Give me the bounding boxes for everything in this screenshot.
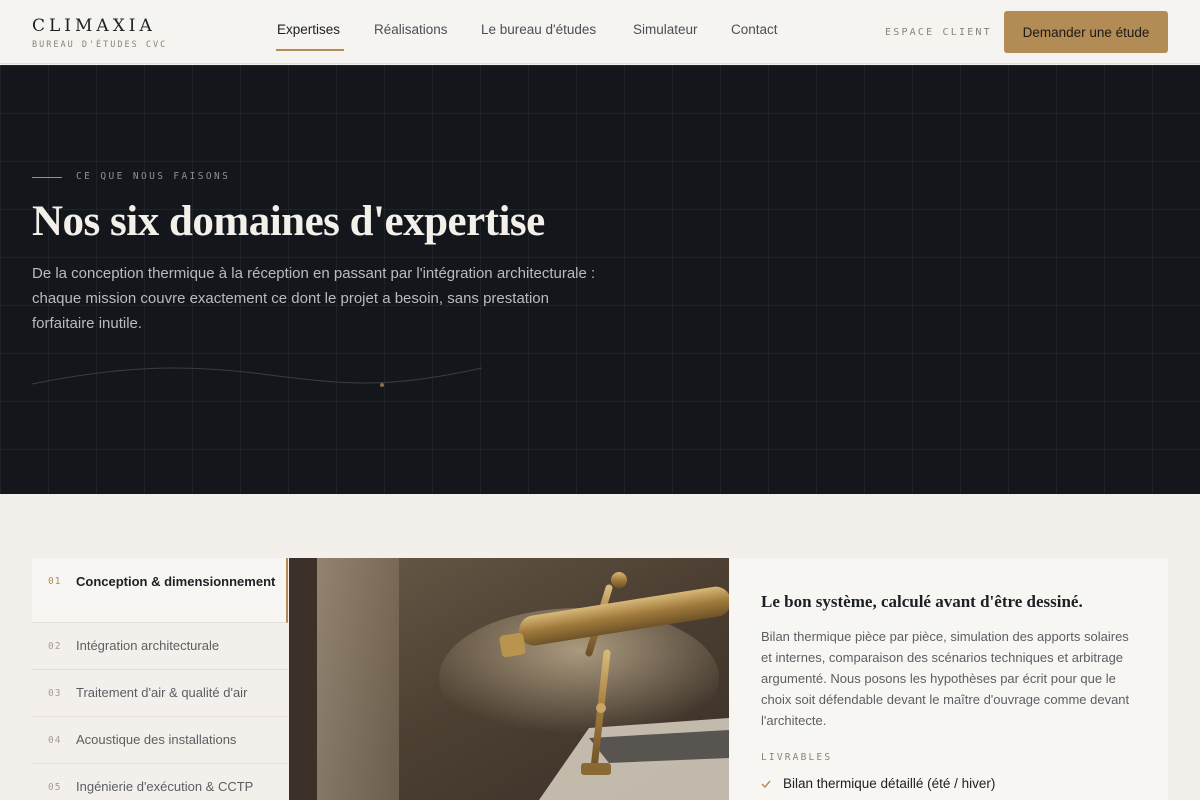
expertise-label: Intégration architecturale bbox=[76, 638, 220, 653]
expertise-number: 02 bbox=[48, 641, 62, 652]
nav-item-expertises[interactable]: Expertises bbox=[277, 22, 340, 37]
nav-item-bureau[interactable]: Le bureau d'études bbox=[481, 22, 596, 37]
nav-item-simulateur[interactable]: Simulateur bbox=[633, 22, 698, 37]
deliverables-heading: LIVRABLES bbox=[761, 752, 833, 763]
nav-item-contact[interactable]: Contact bbox=[731, 22, 778, 37]
desk-lamp-illustration bbox=[289, 558, 729, 800]
check-icon bbox=[761, 780, 771, 788]
hero-eyebrow: CE QUE NOUS FAISONS bbox=[76, 171, 231, 182]
expertise-item-acoustique[interactable]: 04 Acoustique des installations bbox=[32, 717, 288, 764]
nav-active-underline bbox=[276, 49, 344, 51]
eyebrow-rule bbox=[32, 177, 62, 178]
expertise-label: Acoustique des installations bbox=[76, 732, 237, 747]
brand-name: CLIMAXIA bbox=[32, 16, 156, 36]
expertise-detail-panel: Le bon système, calculé avant d'être des… bbox=[729, 558, 1168, 800]
decorative-wave bbox=[32, 367, 482, 387]
request-study-button[interactable]: Demander une étude bbox=[1004, 11, 1168, 53]
expertise-item-conception[interactable]: 01 Conception & dimensionnement bbox=[32, 558, 288, 623]
deliverable-item: Bilan thermique détaillé (été / hiver) bbox=[761, 776, 995, 791]
expertise-label: Conception & dimensionnement bbox=[76, 574, 276, 589]
hero-description: De la conception thermique à la réceptio… bbox=[32, 265, 596, 332]
expertise-list: 01 Conception & dimensionnement 02 Intég… bbox=[32, 558, 288, 800]
expertise-label: Traitement d'air & qualité d'air bbox=[76, 685, 248, 700]
expertise-item-integration[interactable]: 02 Intégration architecturale bbox=[32, 623, 288, 670]
expertise-item-traitement-air[interactable]: 03 Traitement d'air & qualité d'air bbox=[32, 670, 288, 717]
detail-description: Bilan thermique pièce par pièce, simulat… bbox=[761, 629, 1130, 728]
hero-title: Nos six domaines d'expertise bbox=[32, 198, 545, 245]
expertise-item-execution[interactable]: 05 Ingénierie d'exécution & CCTP bbox=[32, 764, 288, 800]
site-header: CLIMAXIA BUREAU D'ÉTUDES CVC Expertises … bbox=[0, 0, 1200, 64]
expertise-label: Ingénierie d'exécution & CCTP bbox=[76, 779, 254, 794]
brand-tagline: BUREAU D'ÉTUDES CVC bbox=[32, 40, 168, 50]
detail-title: Le bon système, calculé avant d'être des… bbox=[761, 592, 1083, 611]
expertise-number: 05 bbox=[48, 782, 62, 793]
desk-lamp-photo bbox=[289, 558, 729, 800]
deliverable-label: Bilan thermique détaillé (été / hiver) bbox=[783, 776, 996, 791]
espace-client-link[interactable]: ESPACE CLIENT bbox=[885, 27, 992, 38]
expertise-number: 04 bbox=[48, 735, 62, 746]
hero-section: CE QUE NOUS FAISONS Nos six domaines d'e… bbox=[0, 65, 1200, 494]
logo[interactable]: CLIMAXIA BUREAU D'ÉTUDES CVC bbox=[32, 16, 167, 50]
expertise-number: 03 bbox=[48, 688, 62, 699]
nav-item-realisations[interactable]: Réalisations bbox=[374, 22, 448, 37]
expertise-number: 01 bbox=[48, 576, 62, 587]
